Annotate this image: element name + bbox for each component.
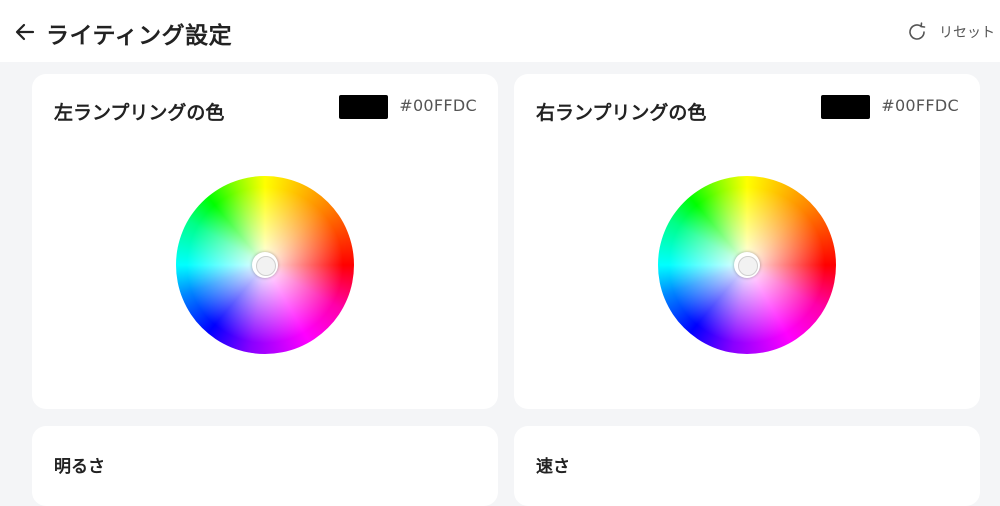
reset-label: リセット (939, 25, 995, 41)
brightness-card: 明るさ (32, 426, 498, 506)
back-button[interactable] (10, 17, 40, 47)
right-color-wheel-handle[interactable] (734, 252, 760, 278)
right-lamp-title: 右ランプリングの色 (536, 102, 707, 124)
arrow-left-icon (15, 23, 35, 41)
brightness-title: 明るさ (54, 457, 105, 477)
right-color-swatch[interactable] (821, 95, 870, 119)
left-lamp-color-card: 左ランプリングの色 #00FFDC (32, 74, 498, 409)
reset-button[interactable]: リセット (905, 19, 995, 45)
right-hex-value[interactable]: #00FFDC (881, 96, 959, 115)
left-color-wheel-handle[interactable] (252, 252, 278, 278)
speed-card: 速さ (514, 426, 980, 506)
right-lamp-color-card: 右ランプリングの色 #00FFDC (514, 74, 980, 409)
left-lamp-title: 左ランプリングの色 (54, 102, 225, 124)
page-title: ライティング設定 (46, 23, 233, 49)
app-header: ライティング設定 リセット (0, 0, 1000, 62)
left-color-swatch[interactable] (339, 95, 388, 119)
left-hex-value[interactable]: #00FFDC (399, 96, 477, 115)
rotate-cw-icon (909, 22, 926, 40)
speed-title: 速さ (536, 457, 570, 477)
